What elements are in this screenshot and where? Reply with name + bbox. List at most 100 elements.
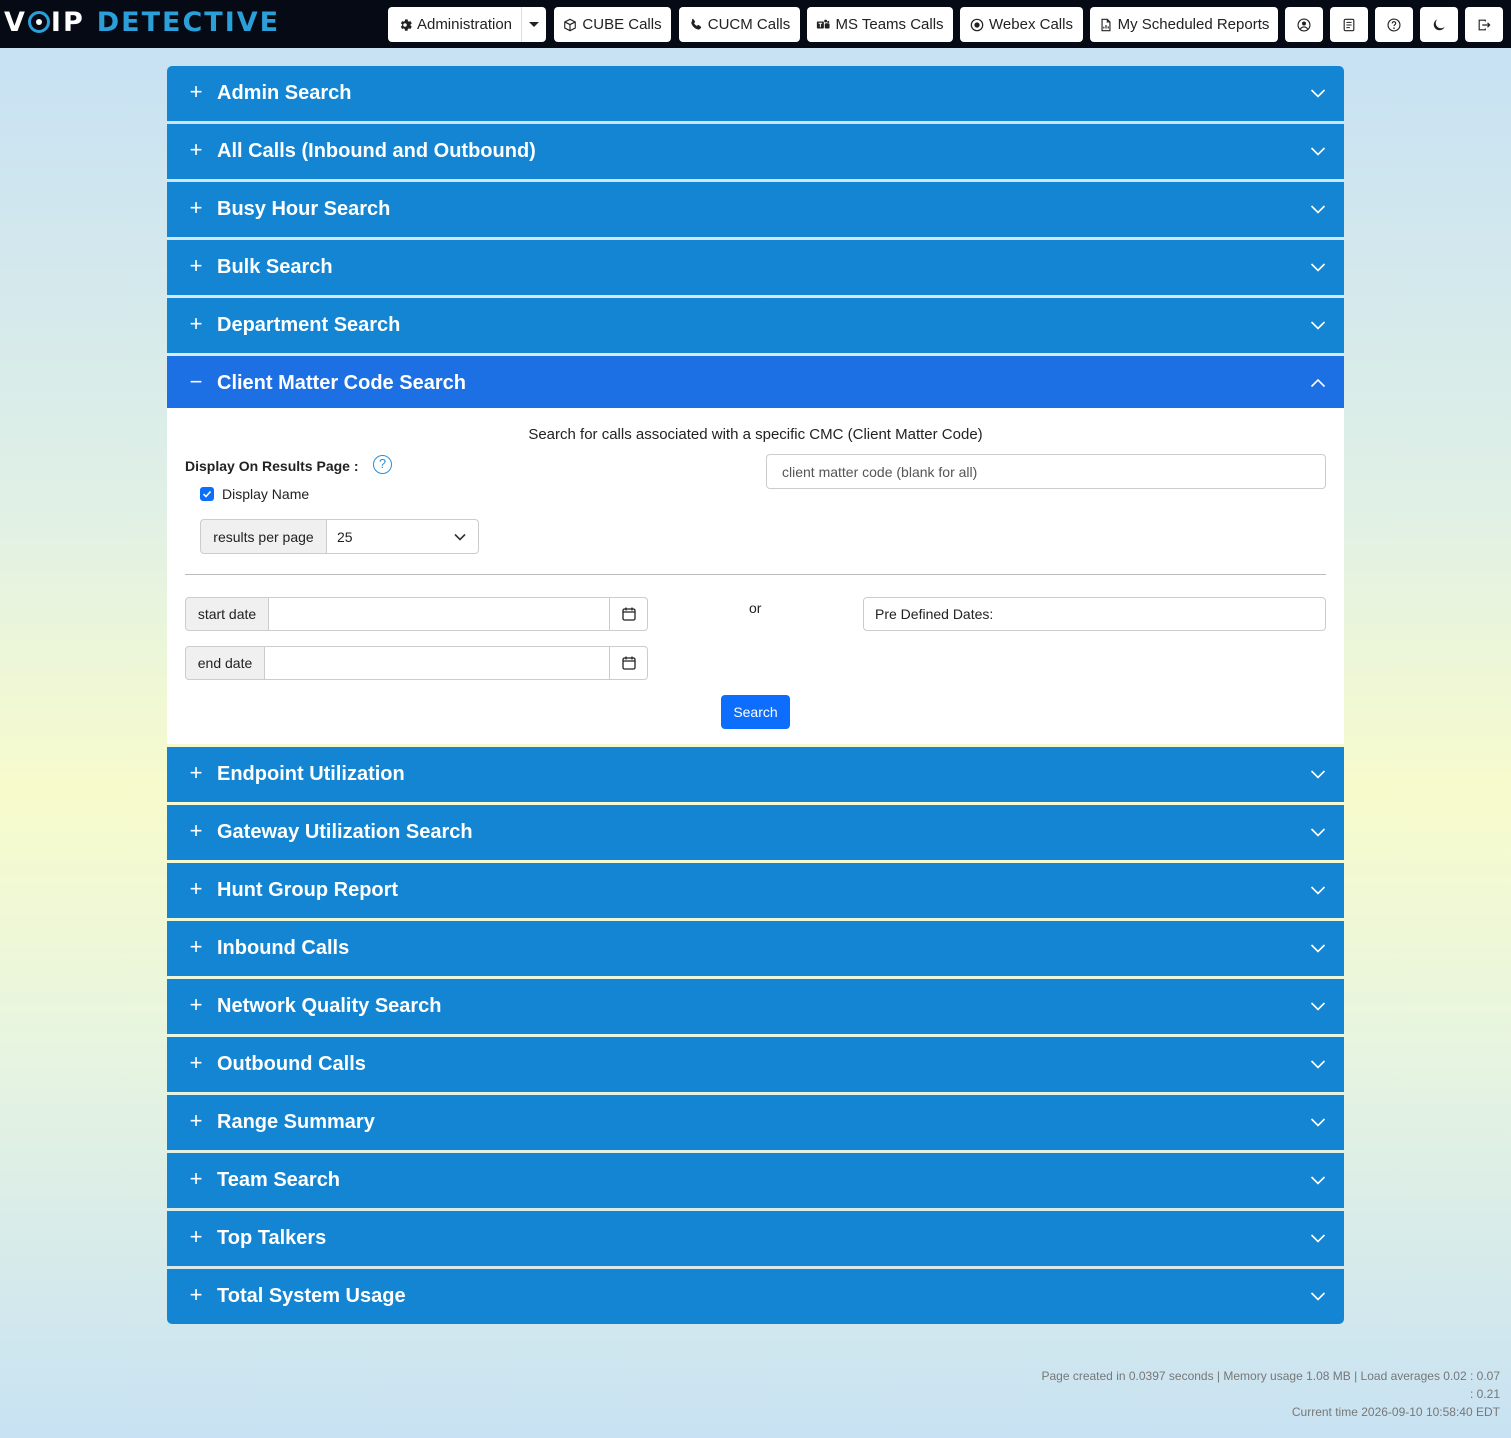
- administration-label: Administration: [416, 16, 513, 33]
- minus-icon: −: [189, 369, 203, 394]
- accordion-header-client-matter-code-search[interactable]: − Client Matter Code Search: [167, 356, 1344, 411]
- or-separator: or: [749, 600, 762, 616]
- plus-icon: +: [189, 1050, 203, 1075]
- cucm-calls-button[interactable]: CUCM Calls: [679, 7, 800, 42]
- help-circle-icon: [1387, 17, 1401, 32]
- plus-icon: +: [189, 934, 203, 959]
- accordion-header-network-quality-search[interactable]: + Network Quality Search: [167, 979, 1344, 1034]
- end-date-label: end date: [185, 646, 265, 680]
- accordion-item-admin-search: + Admin Search: [167, 66, 1344, 121]
- logout-button[interactable]: [1465, 7, 1503, 42]
- accordion-item-outbound-calls: + Outbound Calls: [167, 1037, 1344, 1092]
- accordion-header-top-talkers[interactable]: + Top Talkers: [167, 1211, 1344, 1266]
- plus-icon: +: [189, 311, 203, 336]
- top-navbar: V IP DETECTIVE Administration CUBE Calls C…: [0, 0, 1511, 48]
- accordion-title: Total System Usage: [217, 1285, 406, 1307]
- user-profile-button[interactable]: [1285, 7, 1323, 42]
- teams-icon: [817, 19, 831, 28]
- end-date-picker-button[interactable]: [610, 646, 648, 680]
- cube-calls-label: CUBE Calls: [582, 16, 662, 33]
- accordion-title: Gateway Utilization Search: [217, 821, 473, 843]
- accordion-header-inbound-calls[interactable]: + Inbound Calls: [167, 921, 1344, 976]
- accordion-title: Client Matter Code Search: [217, 372, 466, 394]
- caret-down-icon: [529, 22, 539, 27]
- accordion-header-range-summary[interactable]: + Range Summary: [167, 1095, 1344, 1150]
- webex-calls-label: Webex Calls: [989, 16, 1073, 33]
- administration-button[interactable]: Administration: [388, 7, 522, 42]
- logo-text-ip: IP: [50, 7, 85, 38]
- cube-icon: [564, 18, 577, 31]
- accordion-header-outbound-calls[interactable]: + Outbound Calls: [167, 1037, 1344, 1092]
- ms-teams-calls-label: MS Teams Calls: [835, 16, 944, 33]
- start-date-input[interactable]: [269, 597, 610, 631]
- cube-calls-button[interactable]: CUBE Calls: [554, 7, 671, 42]
- plus-icon: +: [189, 992, 203, 1017]
- results-per-page-value: 25: [337, 528, 353, 545]
- accordion-header-bulk-search[interactable]: + Bulk Search: [167, 240, 1344, 295]
- calendar-icon: [621, 607, 636, 621]
- help-tooltip-icon[interactable]: ?: [373, 455, 392, 474]
- logo-text-detective: DETECTIVE: [96, 7, 281, 38]
- accordion-title: All Calls (Inbound and Outbound): [217, 140, 536, 162]
- plus-icon: +: [189, 1108, 203, 1133]
- accordion-title: Range Summary: [217, 1111, 375, 1133]
- webex-icon: [970, 18, 984, 31]
- logo-o-icon: [27, 11, 50, 33]
- voip-detective-logo[interactable]: V IP DETECTIVE: [4, 6, 280, 40]
- page-footer: Page created in 0.0397 seconds | Memory …: [980, 1367, 1500, 1421]
- accordion-header-gateway-utilization-search[interactable]: + Gateway Utilization Search: [167, 805, 1344, 860]
- end-date-input[interactable]: [265, 646, 610, 680]
- accordion-title: Hunt Group Report: [217, 879, 399, 901]
- ms-teams-calls-button[interactable]: MS Teams Calls: [807, 7, 953, 42]
- moon-icon: [1433, 18, 1445, 30]
- panel-description: Search for calls associated with a speci…: [528, 426, 983, 443]
- accordion-item-network-quality-search: + Network Quality Search: [167, 979, 1344, 1034]
- display-name-option[interactable]: Display Name: [200, 486, 309, 502]
- user-circle-icon: [1297, 17, 1311, 32]
- accordion-header-all-calls-inbound-and-outbound[interactable]: + All Calls (Inbound and Outbound): [167, 124, 1344, 179]
- predefined-dates-select[interactable]: Pre Defined Dates:: [863, 597, 1326, 631]
- notes-button[interactable]: [1330, 7, 1368, 42]
- dark-mode-toggle[interactable]: [1420, 7, 1458, 42]
- accordion-header-admin-search[interactable]: + Admin Search: [167, 66, 1344, 121]
- start-date-group: start date: [185, 597, 648, 631]
- search-button[interactable]: Search: [721, 695, 790, 729]
- start-date-picker-button[interactable]: [610, 597, 648, 631]
- accordion-header-total-system-usage[interactable]: + Total System Usage: [167, 1269, 1344, 1324]
- accordion-item-range-summary: + Range Summary: [167, 1095, 1344, 1150]
- display-on-results-label: Display On Results Page :: [185, 458, 359, 474]
- accordion-header-department-search[interactable]: + Department Search: [167, 298, 1344, 353]
- chevron-down-icon: [454, 533, 466, 541]
- client-matter-code-input[interactable]: client matter code (blank for all): [766, 454, 1326, 489]
- accordion-item-total-system-usage: + Total System Usage: [167, 1269, 1344, 1324]
- section-divider: [185, 574, 1326, 575]
- accordion-title: Bulk Search: [217, 256, 333, 278]
- accordion-item-all-calls-inbound-and-outbound: + All Calls (Inbound and Outbound): [167, 124, 1344, 179]
- accordion-item-department-search: + Department Search: [167, 298, 1344, 353]
- phone-icon: [691, 18, 701, 30]
- accordion-header-endpoint-utilization[interactable]: + Endpoint Utilization: [167, 747, 1344, 802]
- webex-calls-button[interactable]: Webex Calls: [960, 7, 1083, 42]
- footer-time: Current time 2026-09-10 10:58:40 EDT: [1291, 1405, 1500, 1419]
- end-date-group: end date: [185, 646, 648, 680]
- plus-icon: +: [189, 818, 203, 843]
- help-button[interactable]: [1375, 7, 1413, 42]
- accordion-header-hunt-group-report[interactable]: + Hunt Group Report: [167, 863, 1344, 918]
- accordion-title: Team Search: [217, 1169, 341, 1191]
- display-name-checkbox[interactable]: [200, 487, 214, 501]
- my-scheduled-reports-button[interactable]: My Scheduled Reports: [1090, 7, 1278, 42]
- plus-icon: +: [189, 1166, 203, 1191]
- accordion-title: Admin Search: [217, 82, 352, 104]
- plus-icon: +: [189, 876, 203, 901]
- accordion-title: Inbound Calls: [217, 937, 350, 959]
- accordion-item-busy-hour-search: + Busy Hour Search: [167, 182, 1344, 237]
- start-date-label: start date: [185, 597, 269, 631]
- accordion-header-team-search[interactable]: + Team Search: [167, 1153, 1344, 1208]
- accordion-item-endpoint-utilization: + Endpoint Utilization: [167, 747, 1344, 802]
- results-per-page-select[interactable]: 25: [327, 519, 479, 554]
- accordion-header-busy-hour-search[interactable]: + Busy Hour Search: [167, 182, 1344, 237]
- administration-dropdown-toggle[interactable]: [521, 7, 546, 42]
- accordion-title: Endpoint Utilization: [217, 763, 405, 785]
- accordion-item-team-search: + Team Search: [167, 1153, 1344, 1208]
- gear-icon: [400, 18, 412, 31]
